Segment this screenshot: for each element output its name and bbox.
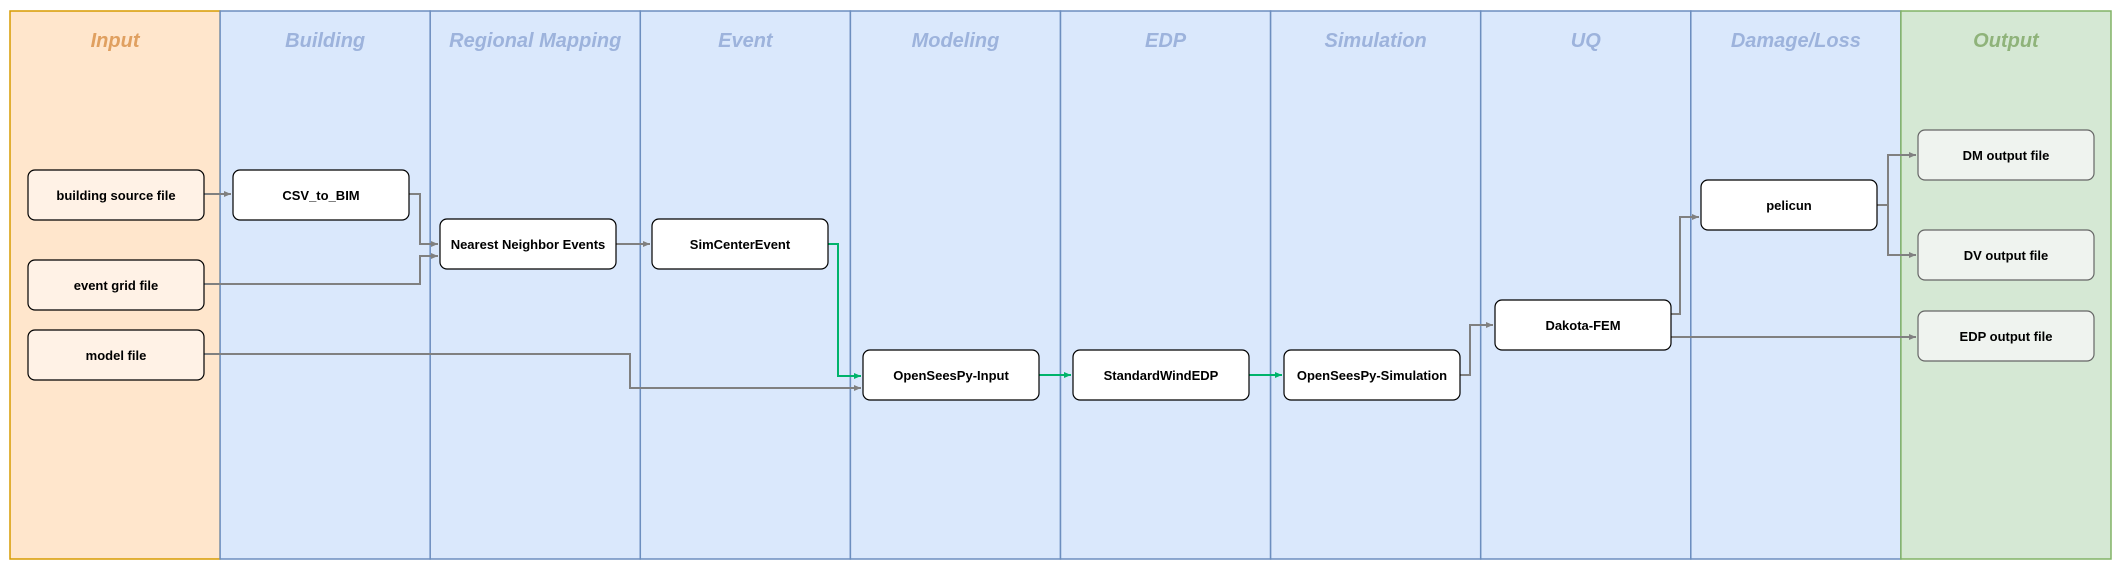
node-pelicun[interactable]: pelicun [1700,179,1878,231]
node-label: building source file [56,188,175,203]
node-dakota-fem[interactable]: Dakota-FEM [1494,299,1672,351]
lane-background [639,10,852,560]
node-label: EDP output file [1960,329,2053,344]
node-edp-output-file[interactable]: EDP output file [1917,310,2095,362]
node-label: SimCenterEvent [690,237,791,252]
lane-uq: UQ [1479,10,1692,560]
node-label: DM output file [1963,148,2050,163]
lane-damage-loss: Damage/Loss [1690,10,1902,560]
node-label: CSV_to_BIM [282,188,359,203]
node-label: OpenSeesPy-Simulation [1297,368,1447,383]
node-event-grid-file[interactable]: event grid file [27,259,205,311]
lane-title: Modeling [912,30,1000,52]
lane-title: Simulation [1325,30,1427,52]
lane-background [429,10,642,560]
lane-output: Output [1900,10,2112,560]
lane-regional-mapping: Regional Mapping [429,10,642,560]
lane-title: Event [718,30,774,52]
lane-title: Input [91,30,141,52]
node-standard-wind-edp[interactable]: StandardWindEDP [1072,349,1250,401]
node-simcenter-event[interactable]: SimCenterEvent [651,218,829,270]
node-label: StandardWindEDP [1104,368,1219,383]
node-dm-output-file[interactable]: DM output file [1917,129,2095,181]
node-label: model file [86,348,147,363]
node-label: OpenSeesPy-Input [893,368,1009,383]
node-label: pelicun [1766,198,1812,213]
node-dv-output-file[interactable]: DV output file [1917,229,2095,281]
lane-title: Damage/Loss [1731,30,1861,52]
workflow-diagram: Input Building Regional Mapping Event Modeli… [9,10,2112,560]
lane-background [1059,10,1272,560]
node-label: event grid file [74,278,159,293]
node-csv-to-bim[interactable]: CSV_to_BIM [232,169,410,221]
lane-edp: EDP [1059,10,1272,560]
node-label: DV output file [1964,248,2049,263]
node-model-file[interactable]: model file [27,329,205,381]
lane-background [1269,10,1482,560]
lane-background [849,10,1062,560]
node-opensees-input[interactable]: OpenSeesPy-Input [862,349,1040,401]
lane-simulation: Simulation [1269,10,1482,560]
lane-title: Building [285,30,365,52]
lane-event: Event [639,10,852,560]
node-label: Nearest Neighbor Events [451,237,606,252]
lane-background [1690,10,1902,560]
node-opensees-simulation[interactable]: OpenSeesPy-Simulation [1283,349,1461,401]
lane-background [1479,10,1692,560]
node-building-source-file[interactable]: building source file [27,169,205,221]
node-label: Dakota-FEM [1545,318,1620,333]
node-nearest-neighbor-events[interactable]: Nearest Neighbor Events [439,218,617,270]
lane-background [1900,10,2112,560]
lane-title: Regional Mapping [449,30,621,52]
lane-title: Output [1973,30,2040,52]
lane-title: EDP [1145,30,1187,52]
lane-title: UQ [1571,30,1601,52]
lane-modeling: Modeling [849,10,1062,560]
